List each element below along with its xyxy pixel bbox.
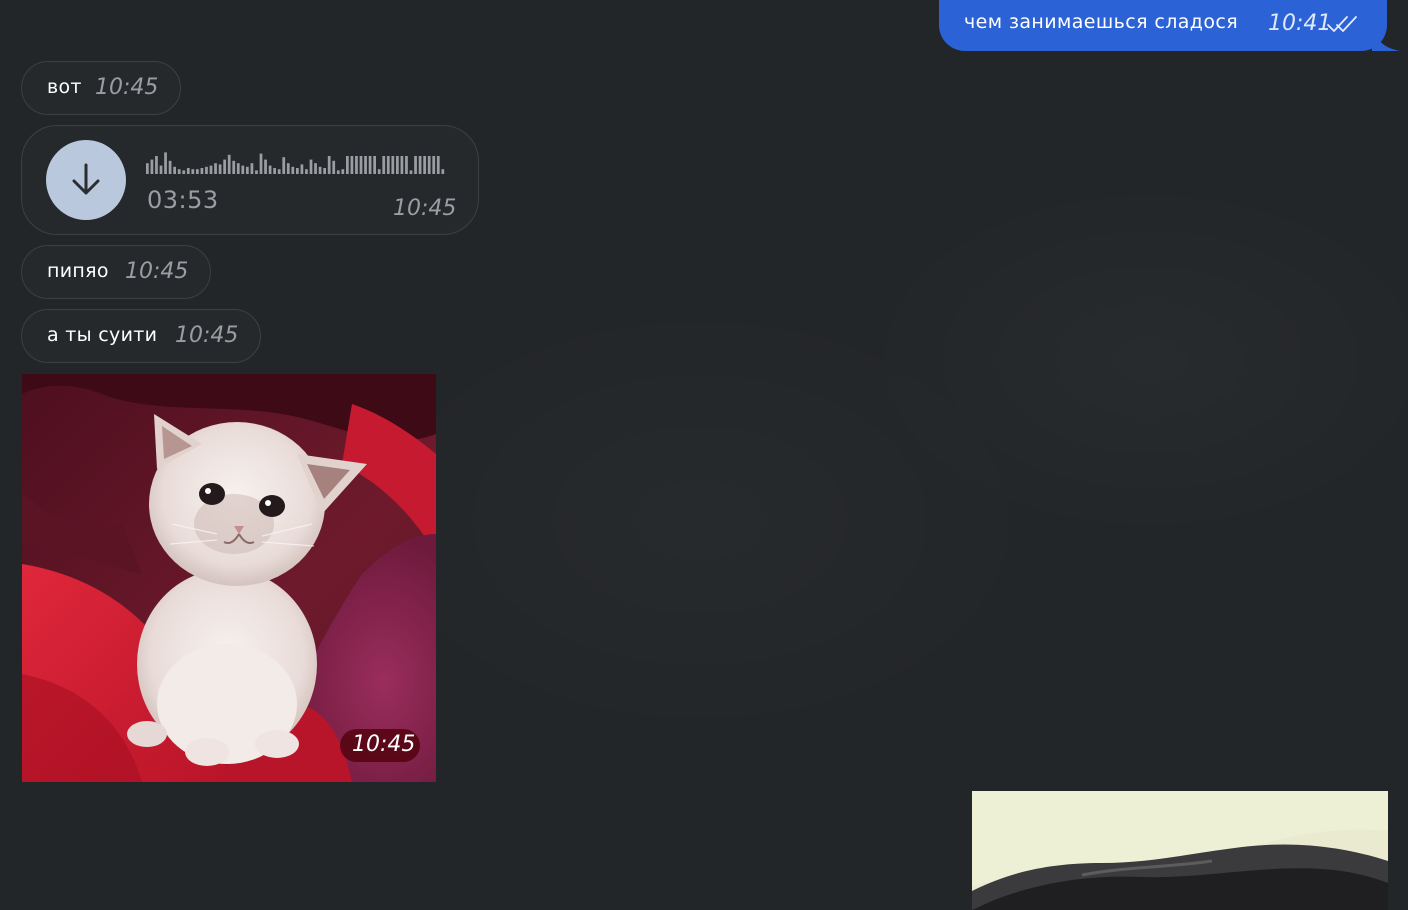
waveform-bar	[400, 156, 404, 174]
waveform-bar	[155, 156, 158, 174]
waveform-bar	[223, 159, 226, 174]
waveform-bar	[173, 166, 176, 174]
waveform-bar	[277, 169, 281, 174]
waveform-bar	[346, 156, 349, 174]
waveform-bar	[236, 163, 240, 174]
message-time: 10:45	[175, 323, 239, 348]
waveform-bar	[241, 165, 245, 174]
waveform-bar	[341, 169, 345, 174]
waveform-bar	[414, 156, 417, 174]
waveform-bar	[382, 156, 386, 174]
waveform-bar	[227, 154, 231, 174]
incoming-message[interactable]: вот 10:45	[21, 61, 181, 115]
message-time: 10:45	[125, 259, 189, 284]
waveform-bar	[273, 168, 276, 174]
waveform-bar	[405, 156, 408, 174]
photo-time-badge: 10:45	[340, 729, 420, 762]
waveform-bar	[264, 159, 267, 174]
waveform-bar	[386, 156, 390, 174]
waveform-bar	[282, 157, 286, 174]
waveform-bar	[318, 166, 322, 174]
download-arrow-icon	[72, 163, 100, 195]
waveform-bar	[327, 156, 331, 174]
waveform-bar	[300, 164, 304, 174]
waveform-bar	[309, 159, 313, 174]
message-text: пипяо	[47, 260, 109, 282]
waveform-bar	[296, 168, 299, 174]
waveform-bar	[368, 156, 372, 174]
waveform-bar	[355, 156, 358, 174]
double-check-icon	[1327, 16, 1357, 32]
waveform-bar	[305, 169, 308, 174]
waveform-bar	[146, 163, 149, 174]
waveform-bar	[205, 166, 208, 174]
waveform-bar	[432, 156, 436, 174]
incoming-message[interactable]: пипяо 10:45	[21, 245, 211, 299]
waveform-bar	[427, 156, 431, 174]
download-button[interactable]	[46, 140, 126, 220]
kitten-photo[interactable]: 10:45	[22, 374, 436, 782]
outgoing-message-text: чем занимаешься сладося	[964, 11, 1239, 33]
waveform-bar	[159, 165, 163, 174]
voice-time: 10:45	[393, 196, 457, 221]
waveform-bar	[332, 160, 336, 174]
waveform-bar	[314, 163, 317, 174]
waveform-bar	[259, 153, 263, 174]
waveform-bar	[336, 170, 340, 174]
waveform-bar	[182, 170, 186, 174]
waveform-bar	[441, 169, 445, 174]
waveform-bar	[191, 169, 195, 174]
waveform-bar	[391, 156, 395, 174]
photo-image	[972, 791, 1388, 910]
waveform-bar	[168, 160, 172, 174]
message-time: 10:45	[95, 75, 159, 100]
waveform-bar	[200, 168, 204, 174]
waveform-bar	[377, 169, 381, 174]
waveform-bar	[150, 159, 154, 174]
message-text: вот	[47, 76, 82, 98]
waveform-bar	[373, 156, 376, 174]
waveform-bar	[268, 165, 272, 174]
waveform-bar	[177, 169, 181, 174]
photo-time: 10:45	[352, 732, 416, 757]
waveform-bar	[436, 156, 440, 174]
waveform-bar	[323, 168, 326, 174]
waveform-bar	[214, 163, 217, 174]
waveform-bar	[164, 152, 167, 174]
outgoing-bubble-tail	[1372, 22, 1400, 51]
waveform-bar	[423, 156, 426, 174]
waveform-bar	[209, 165, 213, 174]
message-text: а ты суити	[47, 324, 158, 346]
waveform-bar	[232, 160, 236, 174]
waveform-bar	[218, 164, 222, 174]
voice-duration: 03:53	[147, 186, 219, 214]
outgoing-message[interactable]: чем занимаешься сладося 10:41	[939, 0, 1387, 51]
waveform-bar	[364, 156, 367, 174]
waveform-bar	[350, 156, 354, 174]
waveform-bar	[255, 170, 258, 174]
kitten-image	[22, 374, 436, 782]
waveform-bar	[291, 166, 295, 174]
waveform-bar	[250, 163, 254, 174]
outgoing-photo[interactable]	[972, 791, 1388, 910]
waveform-bar	[359, 156, 363, 174]
voice-waveform[interactable]	[146, 150, 446, 178]
waveform-bar	[186, 168, 190, 174]
waveform-bar	[246, 166, 249, 174]
waveform-bar	[396, 156, 399, 174]
outgoing-message-time: 10:41	[1268, 11, 1332, 36]
waveform-bar	[196, 169, 199, 174]
waveform-bar	[409, 170, 413, 174]
voice-message[interactable]: 03:53 10:45	[21, 125, 479, 235]
waveform-bar	[286, 163, 290, 174]
waveform-bar	[418, 156, 422, 174]
incoming-message[interactable]: а ты суити 10:45	[21, 309, 261, 363]
